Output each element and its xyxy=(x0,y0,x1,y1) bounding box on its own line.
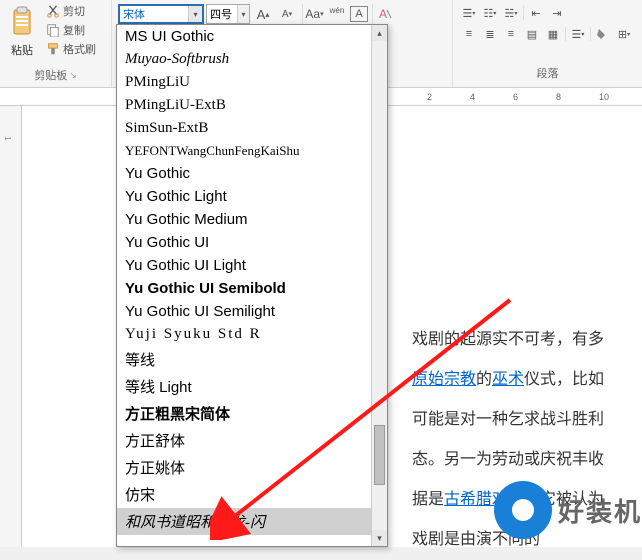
line-spacing-button[interactable]: ☰▾ xyxy=(568,25,588,43)
phonetic-guide-button[interactable]: wén xyxy=(326,4,348,24)
character-border-button[interactable]: A xyxy=(350,6,368,22)
font-item[interactable]: Yu Gothic UI Semibold xyxy=(117,277,387,300)
cut-button[interactable]: 剪切 xyxy=(44,2,98,20)
watermark-text: 好装机 xyxy=(558,492,642,529)
multilevel-list-button[interactable]: ☵▾ xyxy=(501,4,521,22)
scroll-down-icon[interactable]: ▾ xyxy=(372,530,387,546)
align-right-button[interactable]: ≡ xyxy=(501,25,521,43)
font-item[interactable]: 等线 xyxy=(117,346,387,373)
scroll-up-icon[interactable]: ▴ xyxy=(372,25,387,41)
font-item[interactable]: YEFONTWangChunFengKaiShu xyxy=(117,140,387,162)
font-item[interactable]: Yu Gothic Light xyxy=(117,185,387,208)
change-case-button[interactable]: Aa▾ xyxy=(302,4,324,24)
paste-label: 粘贴 xyxy=(11,42,33,58)
bullets-button[interactable]: ☰▾ xyxy=(459,4,479,22)
clipboard-group-label: 剪贴板 ↘ xyxy=(4,67,107,85)
font-list[interactable]: MS UI GothicMuyao-SoftbrushPMingLiUPMing… xyxy=(117,25,387,546)
font-item[interactable]: 和风书道昭和黄龙-闪 xyxy=(117,508,387,535)
align-center-button[interactable]: ≣ xyxy=(480,25,500,43)
font-combo-arrow-icon[interactable]: ▾ xyxy=(188,6,202,22)
font-item[interactable]: 方正姚体 xyxy=(117,454,387,481)
align-distribute-button[interactable]: ▦ xyxy=(543,25,563,43)
doc-line: 可能是对一种乞求战斗胜利 xyxy=(412,400,636,440)
paste-button[interactable]: 粘贴 xyxy=(4,2,40,60)
font-item[interactable]: Yu Gothic Medium xyxy=(117,208,387,231)
clipboard-dialog-icon[interactable]: ↘ xyxy=(69,70,77,81)
font-item[interactable]: 方正粗黑宋简体 xyxy=(117,400,387,427)
font-item[interactable]: Muyao-Softbrush xyxy=(117,48,387,71)
shrink-font-button[interactable]: A▾ xyxy=(276,4,298,24)
font-item[interactable]: PMingLiU-ExtB xyxy=(117,94,387,117)
paragraph-group: ☰▾ ☷▾ ☵▾ ⇤ ⇥ ≡ ≣ ≡ ▤ ▦ ☰▾ ⊞▾ 段落 xyxy=(452,0,642,87)
font-item[interactable]: Yuji Syuku Std R xyxy=(117,323,387,346)
watermark-badge: 好装机 xyxy=(494,481,642,539)
font-item[interactable]: 方正舒体 xyxy=(117,427,387,454)
align-justify-button[interactable]: ▤ xyxy=(522,25,542,43)
font-item[interactable]: Yu Gothic UI xyxy=(117,231,387,254)
font-item[interactable]: Yu Gothic xyxy=(117,162,387,185)
doc-line: 态。另一为劳动或庆祝丰收 xyxy=(412,440,636,480)
font-item[interactable]: MS UI Gothic xyxy=(117,25,387,48)
font-scrollbar[interactable]: ▴ ▾ xyxy=(371,25,387,546)
font-item[interactable]: Yu Gothic UI Light xyxy=(117,254,387,277)
paragraph-group-label: 段落 xyxy=(459,65,636,83)
grow-font-button[interactable]: A▴ xyxy=(252,4,274,24)
font-size-combo[interactable]: 四号 ▾ xyxy=(206,4,250,24)
decrease-indent-button[interactable]: ⇤ xyxy=(526,4,546,22)
doc-line: 原始宗教的巫术仪式，比如 xyxy=(412,360,636,400)
size-combo-arrow-icon[interactable]: ▾ xyxy=(237,5,249,23)
clipboard-icon xyxy=(6,4,38,40)
copy-button[interactable]: 复制 xyxy=(44,21,98,39)
clipboard-group: 粘贴 剪切 复制 格式刷 剪贴板 ↘ xyxy=(0,0,112,87)
doc-line: 戏剧的起源实不可考，有多 xyxy=(412,320,636,360)
numbering-button[interactable]: ☷▾ xyxy=(480,4,500,22)
font-item[interactable]: 等线 Light xyxy=(117,373,387,400)
svg-text:A: A xyxy=(379,7,387,21)
watermark-logo-icon xyxy=(494,481,552,539)
font-item[interactable]: Yu Gothic UI Semilight xyxy=(117,300,387,323)
font-item[interactable]: PMingLiU xyxy=(117,71,387,94)
font-name-combo[interactable]: 宋体 ▾ xyxy=(118,4,204,24)
font-dropdown: MS UI GothicMuyao-SoftbrushPMingLiUPMing… xyxy=(116,24,388,547)
increase-indent-button[interactable]: ⇥ xyxy=(547,4,567,22)
borders-button[interactable]: ⊞▾ xyxy=(614,25,634,43)
font-item[interactable]: SimSun-ExtB xyxy=(117,117,387,140)
vertical-ruler[interactable]: 1 xyxy=(0,106,22,547)
format-painter-button[interactable]: 格式刷 xyxy=(44,40,98,58)
font-item[interactable]: 仿宋 xyxy=(117,481,387,508)
scroll-thumb[interactable] xyxy=(374,425,385,485)
align-left-button[interactable]: ≡ xyxy=(459,25,479,43)
shading-button[interactable] xyxy=(593,25,613,43)
clear-formatting-button[interactable]: A xyxy=(372,4,394,24)
